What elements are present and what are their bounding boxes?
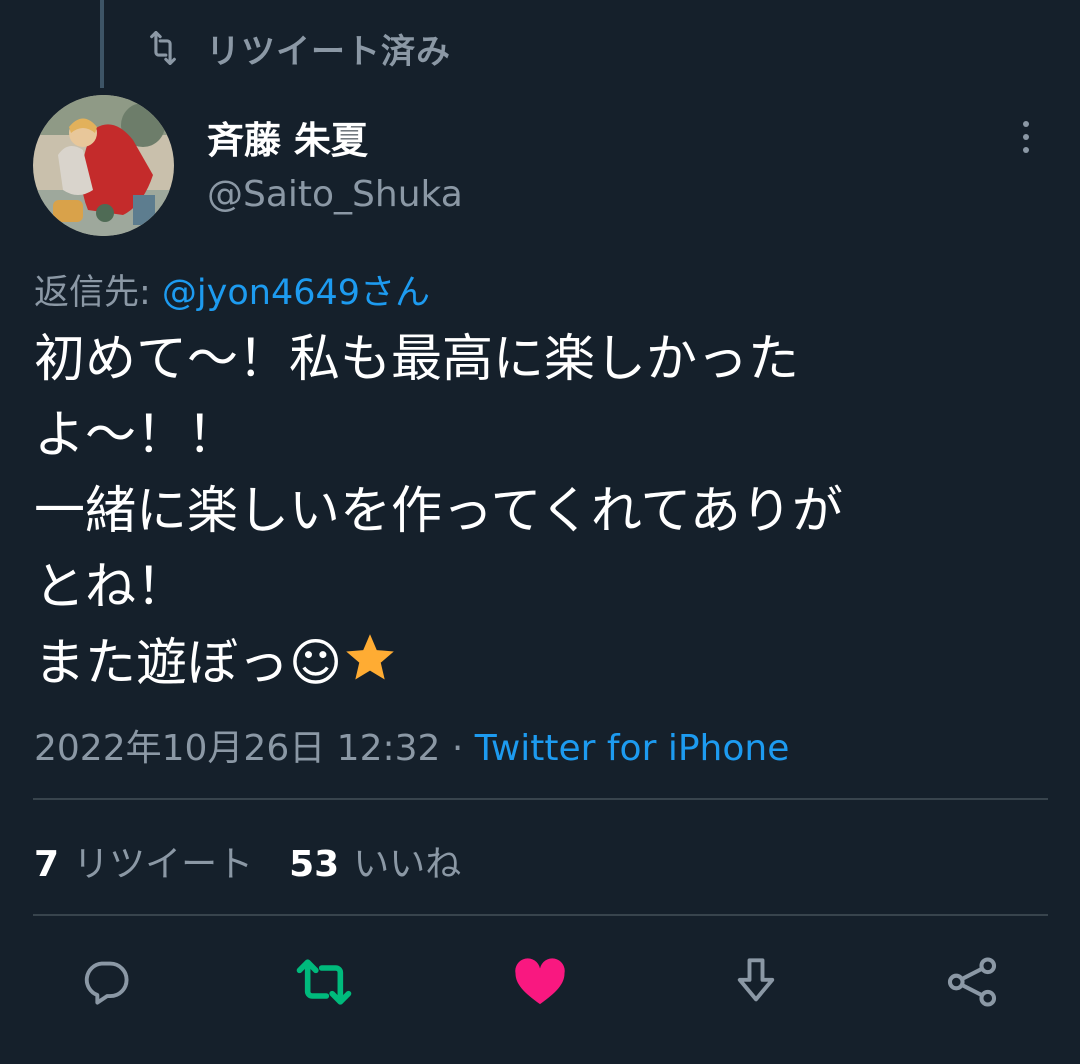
retweets-label: リツイート — [73, 844, 254, 885]
retweet-icon — [296, 959, 352, 1005]
more-dot — [1023, 134, 1029, 140]
share-button[interactable] — [942, 952, 1002, 1012]
tweet-timestamp[interactable]: 2022年10月26日 12:32 — [34, 728, 440, 769]
download-icon — [737, 958, 775, 1002]
more-options-button[interactable] — [1004, 112, 1048, 162]
retweets-count: 7 — [34, 844, 60, 885]
likes-stat[interactable]: 53 いいね — [289, 835, 461, 887]
tweet-text: 初めて〜！私も最高に楽しかった よ〜！！ 一緒に楽しいを作ってくれてありが とね… — [34, 322, 1044, 702]
tweet-meta: 2022年10月26日 12:32 · Twitter for iPhone — [34, 719, 789, 771]
retweet-button[interactable] — [294, 952, 354, 1012]
more-dot — [1023, 147, 1029, 153]
divider — [33, 798, 1048, 800]
heart-icon — [515, 958, 565, 1005]
retweet-icon — [146, 31, 180, 65]
retweets-stat[interactable]: 7 リツイート — [34, 835, 253, 887]
retweeted-label: リツイート済み — [206, 31, 451, 72]
star-emoji-icon — [346, 634, 394, 680]
meta-separator: · — [440, 728, 475, 769]
reply-to-line: 返信先: @jyon4649さん — [34, 264, 430, 315]
tweet-source-link[interactable]: Twitter for iPhone — [475, 728, 790, 769]
reply-button[interactable] — [76, 952, 136, 1012]
likes-label: いいね — [353, 844, 462, 885]
author-handle[interactable]: @Saito_Shuka — [207, 174, 463, 215]
likes-count: 53 — [289, 844, 340, 885]
like-button[interactable] — [510, 952, 570, 1012]
avatar[interactable] — [33, 95, 174, 236]
download-button[interactable] — [726, 952, 786, 1012]
reply-to-mention-link[interactable]: @jyon4649さん — [162, 273, 430, 313]
divider — [33, 914, 1048, 916]
reply-icon — [84, 961, 129, 1005]
more-dot — [1023, 121, 1029, 127]
author-display-name[interactable]: 斉藤 朱夏 — [207, 110, 368, 164]
share-icon — [947, 957, 997, 1007]
tweet-text-content: 初めて〜！私も最高に楽しかった よ〜！！ 一緒に楽しいを作ってくれてありが とね… — [34, 330, 843, 693]
reply-to-prefix: 返信先: — [34, 273, 162, 313]
thread-connector-line — [100, 0, 104, 88]
tweet-stats: 7 リツイート 53 いいね — [34, 835, 461, 887]
retweeted-indicator[interactable]: リツイート済み — [146, 24, 451, 72]
